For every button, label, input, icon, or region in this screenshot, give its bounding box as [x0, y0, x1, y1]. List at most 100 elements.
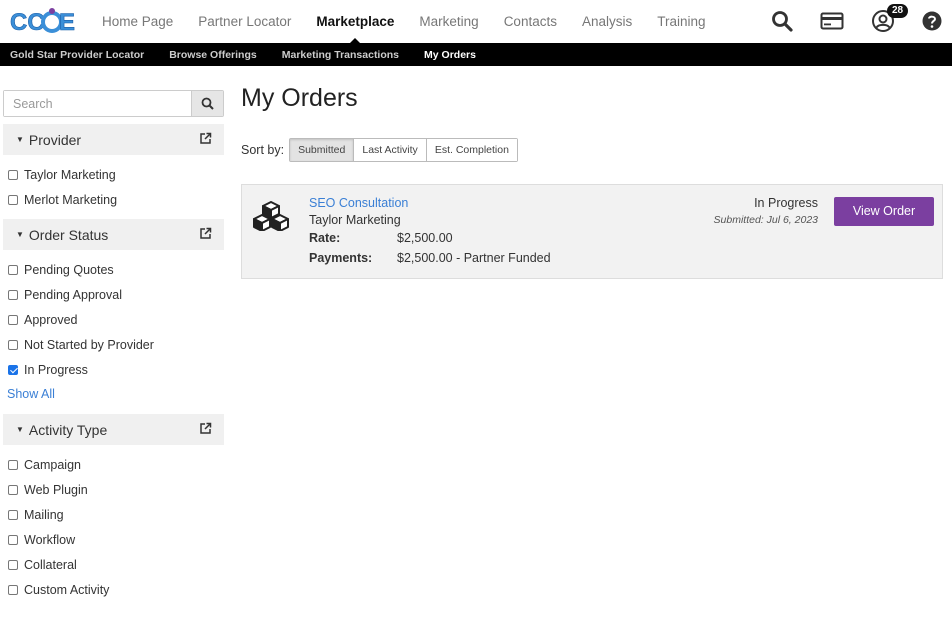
sort-label: Sort by: — [241, 143, 285, 157]
menu-item-partner-locator[interactable]: Partner Locator — [198, 0, 291, 43]
filter-option[interactable]: Approved — [3, 307, 224, 332]
filter-option-label: Pending Quotes — [24, 262, 114, 277]
checkbox[interactable] — [8, 459, 18, 470]
order-card: SEO Consultation Taylor Marketing Rate: $… — [241, 184, 943, 279]
checkbox[interactable] — [8, 484, 18, 495]
checkbox[interactable] — [8, 314, 18, 325]
notification-badge: 28 — [887, 4, 909, 18]
filter-option[interactable]: In Progress — [3, 357, 224, 382]
filter-option-label: Custom Activity — [24, 582, 110, 597]
filter-option-label: Pending Approval — [24, 287, 122, 302]
filter-option[interactable]: Taylor Marketing — [3, 162, 224, 187]
filter-option-label: Web Plugin — [24, 482, 88, 497]
menu-item-contacts[interactable]: Contacts — [504, 0, 557, 43]
order-payments-row: Payments: $2,500.00 - Partner Funded — [309, 251, 551, 265]
ccoe-logo[interactable]: CC E — [9, 6, 75, 36]
main-content: My Orders Sort by: Submitted Last Activi… — [241, 84, 943, 279]
search-icon[interactable] — [770, 9, 794, 33]
filter-option[interactable]: Mailing — [3, 502, 224, 527]
caret-down-icon: ▼ — [16, 425, 24, 434]
sort-last-activity-button[interactable]: Last Activity — [354, 139, 427, 161]
filter-option[interactable]: Custom Activity — [3, 577, 224, 602]
filter-list-provider: Taylor Marketing Merlot Marketing — [3, 155, 224, 216]
sort-est-completion-button[interactable]: Est. Completion — [426, 139, 517, 161]
help-icon[interactable] — [922, 11, 942, 31]
top-navigation: CC E Home Page Partner Locator Marketpla… — [0, 0, 952, 43]
menu-item-training[interactable]: Training — [657, 0, 705, 43]
search-button[interactable] — [191, 91, 223, 116]
checkbox[interactable] — [8, 169, 18, 180]
external-link-icon[interactable] — [199, 132, 212, 145]
checkbox[interactable] — [8, 289, 18, 300]
filter-option[interactable]: Campaign — [3, 452, 224, 477]
filter-option[interactable]: Pending Quotes — [3, 257, 224, 282]
subnav-browse-offerings[interactable]: Browse Offerings — [169, 49, 257, 61]
order-title-link[interactable]: SEO Consultation — [309, 196, 408, 210]
order-rate-row: Rate: $2,500.00 — [309, 231, 453, 245]
filter-option[interactable]: Merlot Marketing — [3, 187, 224, 212]
filter-option[interactable]: Collateral — [3, 552, 224, 577]
sort-button-group: Submitted Last Activity Est. Completion — [289, 138, 518, 162]
subnav-my-orders[interactable]: My Orders — [424, 49, 476, 61]
caret-down-icon: ▼ — [16, 230, 24, 239]
checkbox[interactable] — [8, 264, 18, 275]
search-icon — [201, 97, 214, 110]
filter-sidebar: ▼ Provider Taylor Marketing Merlot Marke… — [3, 90, 224, 606]
filter-header-order-status[interactable]: ▼ Order Status — [3, 219, 224, 250]
filter-option[interactable]: Workflow — [3, 527, 224, 552]
search-input[interactable] — [4, 91, 191, 116]
sub-navigation: Gold Star Provider Locator Browse Offeri… — [0, 43, 952, 66]
filter-option-label: Collateral — [24, 557, 77, 572]
subnav-marketing-transactions[interactable]: Marketing Transactions — [282, 49, 399, 61]
main-menu: Home Page Partner Locator Marketplace Ma… — [102, 0, 731, 43]
checkbox[interactable] — [8, 339, 18, 350]
menu-item-analysis[interactable]: Analysis — [582, 0, 632, 43]
order-vendor: Taylor Marketing — [309, 213, 401, 227]
svg-text:CC: CC — [10, 9, 45, 36]
search-box — [3, 90, 224, 117]
rate-label: Rate: — [309, 231, 341, 245]
external-link-icon[interactable] — [199, 422, 212, 435]
external-link-icon[interactable] — [199, 227, 212, 240]
subnav-gold-star-provider-locator[interactable]: Gold Star Provider Locator — [10, 49, 144, 61]
filter-title: Provider — [28, 131, 82, 148]
filter-option-label: Campaign — [24, 457, 81, 472]
cubes-icon — [253, 201, 289, 231]
menu-item-marketplace[interactable]: Marketplace — [316, 0, 394, 43]
payments-value: $2,500.00 - Partner Funded — [397, 251, 551, 265]
menu-item-home-page[interactable]: Home Page — [102, 0, 173, 43]
checkbox[interactable] — [8, 559, 18, 570]
checkbox[interactable] — [8, 534, 18, 545]
filter-option[interactable]: Web Plugin — [3, 477, 224, 502]
filter-option-label: In Progress — [24, 362, 88, 377]
show-all-link[interactable]: Show All — [3, 382, 224, 407]
checkbox[interactable] — [8, 509, 18, 520]
rate-value: $2,500.00 — [397, 231, 453, 245]
sort-controls: Sort by: Submitted Last Activity Est. Co… — [241, 138, 943, 162]
order-status: In Progress — [754, 196, 818, 210]
page-title: My Orders — [241, 84, 358, 112]
menu-item-marketing[interactable]: Marketing — [419, 0, 478, 43]
checkbox[interactable] — [8, 194, 18, 205]
filter-option-label: Not Started by Provider — [24, 337, 154, 352]
filter-header-provider[interactable]: ▼ Provider — [3, 124, 224, 155]
checkbox[interactable] — [8, 584, 18, 595]
filter-option-label: Mailing — [24, 507, 64, 522]
filter-list-activity-type: Campaign Web Plugin Mailing Workflow Col… — [3, 445, 224, 606]
filter-option-label: Workflow — [24, 532, 76, 547]
filter-option[interactable]: Pending Approval — [3, 282, 224, 307]
checkbox-checked[interactable] — [8, 364, 18, 375]
filter-option[interactable]: Not Started by Provider — [3, 332, 224, 357]
filter-header-activity-type[interactable]: ▼ Activity Type — [3, 414, 224, 445]
filter-option-label: Taylor Marketing — [24, 167, 116, 182]
filter-list-order-status: Pending Quotes Pending Approval Approved… — [3, 250, 224, 407]
sort-submitted-button[interactable]: Submitted — [290, 139, 355, 161]
filter-option-label: Approved — [24, 312, 78, 327]
card-icon[interactable] — [820, 9, 844, 33]
view-order-button[interactable]: View Order — [834, 197, 934, 226]
filter-title: Activity Type — [28, 421, 108, 438]
payments-label: Payments: — [309, 251, 373, 265]
caret-down-icon: ▼ — [16, 135, 24, 144]
svg-text:E: E — [59, 9, 75, 36]
order-submitted-date: Submitted: Jul 6, 2023 — [713, 214, 818, 226]
